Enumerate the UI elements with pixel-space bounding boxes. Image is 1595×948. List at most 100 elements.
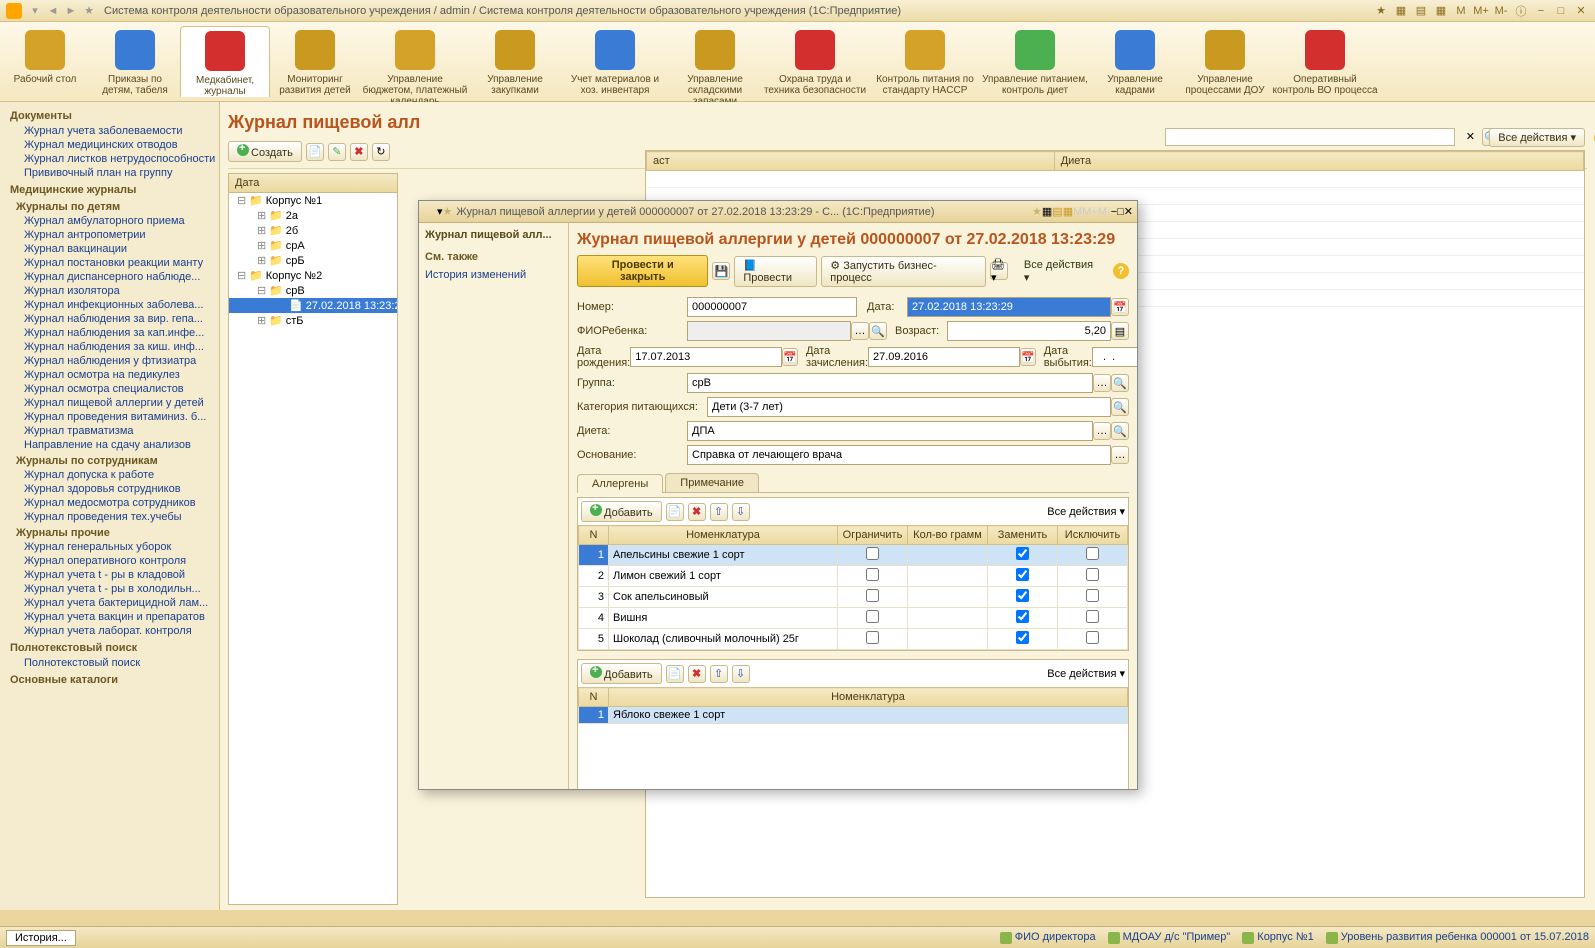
sidebar-item[interactable]: Журнал диспансерного наблюде...	[10, 270, 219, 284]
sidebar-item[interactable]: Журнал постановки реакции манту	[10, 256, 219, 270]
minimize-icon[interactable]: −	[1533, 3, 1549, 19]
sidebar-item[interactable]: Журнал учета бактерицидной лам...	[10, 596, 219, 610]
date-input[interactable]	[907, 297, 1111, 317]
m-minus-button[interactable]: M-	[1493, 3, 1509, 19]
copy-icon[interactable]: 📄	[306, 143, 324, 161]
grid1-add-button[interactable]: Добавить	[581, 501, 662, 522]
sidebar-item[interactable]: Журнал медосмотра сотрудников	[10, 496, 219, 510]
allergen-row[interactable]: 1Апельсины свежие 1 сорт	[579, 545, 1128, 566]
replace-checkbox[interactable]	[1016, 589, 1029, 602]
g1-col-name[interactable]: Номенклатура	[609, 526, 838, 545]
sidebar-item[interactable]: Журнал наблюдения у фтизиатра	[10, 354, 219, 368]
info-icon[interactable]: ⓘ	[1513, 3, 1529, 19]
toolbar-item[interactable]: Оперативный контроль ВО процесса	[1270, 26, 1380, 97]
grid2-down-icon[interactable]: ⇩	[732, 665, 750, 683]
refresh-icon[interactable]: ↻	[372, 143, 390, 161]
m-plus-button[interactable]: M+	[1473, 3, 1489, 19]
sidebar-item[interactable]: Журнал травматизма	[10, 424, 219, 438]
toolbar-item[interactable]: Управление питанием, контроль диет	[980, 26, 1090, 97]
dialog-fav-icon[interactable]: ★	[443, 205, 453, 218]
group-search-icon[interactable]: 🔍	[1111, 374, 1129, 392]
sidebar-item[interactable]: Журнал вакцинации	[10, 242, 219, 256]
edit-icon[interactable]: ✎	[328, 143, 346, 161]
tree-node[interactable]: ⊟ 📁 Корпус №2	[229, 268, 397, 283]
sidebar-item[interactable]: Журнал проведения витаминиз. б...	[10, 410, 219, 424]
grid-icon[interactable]: ▦	[1393, 3, 1409, 19]
dialog-grid-icon[interactable]: ▦	[1042, 205, 1052, 218]
bg-col-ast[interactable]: аст	[647, 152, 1055, 171]
grid2-copy-icon[interactable]: 📄	[666, 665, 684, 683]
replace-checkbox[interactable]	[1016, 568, 1029, 581]
toolbar-item[interactable]: Охрана труда и техника безопасности	[760, 26, 870, 97]
sidebar-item[interactable]: Журнал оперативного контроля	[10, 554, 219, 568]
number-input[interactable]	[687, 297, 857, 317]
sidebar-item[interactable]: Журнал наблюдения за кап.инфе...	[10, 326, 219, 340]
g1-col-limit[interactable]: Ограничить	[838, 526, 908, 545]
age-input[interactable]	[947, 321, 1111, 341]
sidebar-item[interactable]: Журнал учета заболеваемости	[10, 124, 219, 138]
grid2-up-icon[interactable]: ⇧	[710, 665, 728, 683]
dropdown-icon[interactable]: ▾	[28, 4, 42, 18]
grid2-del-icon[interactable]: ✖	[688, 665, 706, 683]
basis-select-icon[interactable]: …	[1111, 446, 1129, 464]
exclude-checkbox[interactable]	[1086, 589, 1099, 602]
sidebar-item[interactable]: Журнал изолятора	[10, 284, 219, 298]
tab-allergens[interactable]: Аллергены	[577, 474, 663, 493]
replace-checkbox[interactable]	[1016, 610, 1029, 623]
toolbar-item[interactable]: Управление процессами ДОУ	[1180, 26, 1270, 97]
cat-search-icon[interactable]: 🔍	[1111, 398, 1129, 416]
tree-node[interactable]: ⊞ 📁 стБ	[229, 313, 397, 328]
limit-checkbox[interactable]	[866, 547, 879, 560]
replace-checkbox[interactable]	[1016, 547, 1029, 560]
all-actions-button[interactable]: Все действия ▾	[1489, 128, 1585, 147]
grid2-add-button[interactable]: Добавить	[581, 663, 662, 684]
maximize-icon[interactable]: □	[1553, 3, 1569, 19]
nav-fwd-icon[interactable]: ►	[64, 4, 78, 18]
dialog-maximize-icon[interactable]: □	[1117, 206, 1124, 218]
sidebar-item[interactable]: Журнал осмотра специалистов	[10, 382, 219, 396]
post-and-close-button[interactable]: Провести и закрыть	[577, 255, 708, 287]
toolbar-item[interactable]: Управление бюджетом, платежный календарь	[360, 26, 470, 97]
sidebar-item[interactable]: Журнал учета вакцин и препаратов	[10, 610, 219, 624]
fio-input[interactable]	[687, 321, 851, 341]
sidebar-item[interactable]: Прививочный план на группу	[10, 166, 219, 180]
dialog-all-actions[interactable]: Все действия ▾	[1016, 257, 1109, 286]
sidebar-item[interactable]: Журнал листков нетрудоспособности	[10, 152, 219, 166]
status-link[interactable]: Корпус №1	[1242, 931, 1313, 943]
sidebar-item[interactable]: Журнал учета t - ры в кладовой	[10, 568, 219, 582]
dialog-calendar-icon[interactable]: ▦	[1063, 205, 1073, 218]
nav-back-icon[interactable]: ◄	[46, 4, 60, 18]
diet-search-icon[interactable]: 🔍	[1111, 422, 1129, 440]
grid2-all-actions[interactable]: Все действия ▾	[1047, 667, 1125, 680]
sidebar-item[interactable]: Журнал инфекционных заболева...	[10, 298, 219, 312]
age-spin-icon[interactable]: ▤	[1111, 322, 1129, 340]
dialog-help-icon[interactable]: ?	[1113, 263, 1129, 279]
status-link[interactable]: МДОАУ д/с "Пример"	[1108, 931, 1231, 943]
tree-node[interactable]: ⊞ 📁 2а	[229, 208, 397, 223]
history-button[interactable]: История...	[6, 930, 76, 946]
enroll-picker-icon[interactable]: 📅	[1020, 348, 1036, 366]
toolbar-item[interactable]: Контроль питания по стандарту HACCP	[870, 26, 980, 97]
post-button[interactable]: 📘 Провести	[734, 256, 817, 287]
sidebar-item[interactable]: Журнал генеральных уборок	[10, 540, 219, 554]
allergen-row[interactable]: 2Лимон свежий 1 сорт	[579, 566, 1128, 587]
tab-note[interactable]: Примечание	[665, 473, 759, 492]
g1-col-n[interactable]: N	[579, 526, 609, 545]
tree-node[interactable]: ⊞ 📁 срА	[229, 238, 397, 253]
allergen-row[interactable]: 5Шоколад (сливочный молочный) 25г	[579, 629, 1128, 650]
grid1-del-icon[interactable]: ✖	[688, 503, 706, 521]
tree-node[interactable]: ⊞ 📁 2б	[229, 223, 397, 238]
g1-col-qty[interactable]: Кол-во грамм	[908, 526, 988, 545]
g2-col-name[interactable]: Номенклатура	[609, 688, 1128, 707]
limit-checkbox[interactable]	[866, 631, 879, 644]
group-select-icon[interactable]: …	[1093, 374, 1111, 392]
dialog-close-icon[interactable]: ✕	[1124, 205, 1133, 218]
diet-input[interactable]	[687, 421, 1093, 441]
sidebar-item[interactable]: Журнал учета t - ры в холодильн...	[10, 582, 219, 596]
replace-checkbox[interactable]	[1016, 631, 1029, 644]
tree-node[interactable]: 📄 27.02.2018 13:23:29	[229, 298, 397, 313]
delete-icon[interactable]: ✖	[350, 143, 368, 161]
grid1-copy-icon[interactable]: 📄	[666, 503, 684, 521]
bg-col-diet[interactable]: Диета	[1054, 152, 1583, 171]
date-picker-icon[interactable]: 📅	[1111, 298, 1129, 316]
